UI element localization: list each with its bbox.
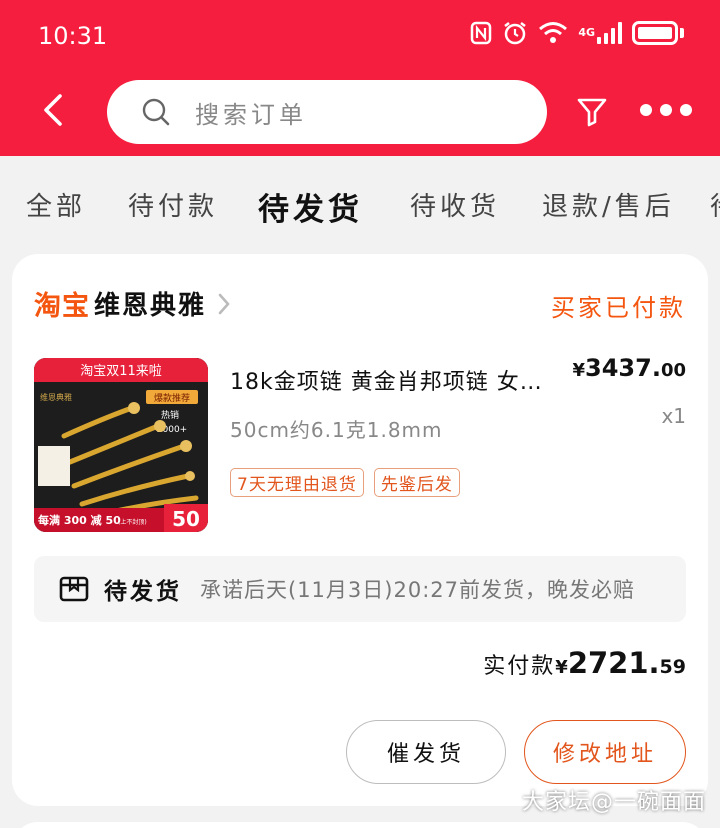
tab-refund-aftersale[interactable]: 退款/售后 [542,186,675,223]
modify-address-button[interactable]: 修改地址 [524,720,686,784]
tag-appraise-first: 先鉴后发 [373,468,460,497]
back-arrow-icon[interactable] [36,90,76,130]
product-spec: 50cm约6.1克1.8mm [230,418,443,442]
alarm-icon [504,22,527,45]
shipping-status: 待发货 [104,579,182,605]
battery-tip [680,28,684,38]
order-card: 淘宝 维恩典雅 买家已付款 淘宝双11来啦 维恩典雅 爆款推荐 热销 2000+ [12,254,708,806]
filter-icon[interactable] [575,94,609,128]
network-type: 4G [578,26,595,39]
order-status: 买家已付款 [551,294,686,322]
price-currency: ¥ [572,360,586,381]
image-brand-text: 维恩典雅 [40,392,72,402]
paid-amount: 实付款 ¥ 2721. 59 [483,646,686,680]
wifi-icon [539,22,568,43]
product-title[interactable]: 18k金项链 黄金肖邦项链 女… [230,364,580,396]
product-quantity: x1 [661,404,686,428]
shipping-promise: 承诺后天(11月3日)20:27前发货，晚发必赔 [200,578,635,602]
paid-cents: 59 [659,656,686,678]
image-promo-note: (上不封顶) [118,518,147,526]
search-input[interactable]: 搜索订单 [107,80,547,144]
image-promo-big: 50 [172,507,200,531]
more-icon[interactable] [640,104,692,118]
app-header: 10:31 4G 搜索订单 [0,0,720,156]
status-icons: 4G [470,20,684,46]
watermark: 大家坛@一碗面面 [521,790,706,815]
nfc-icon [471,21,492,45]
service-tags: 7天无理由退货 先鉴后发 [230,468,460,497]
product-image-art: 淘宝双11来啦 维恩典雅 爆款推荐 热销 2000+ 每满 300 减 50 (… [34,358,208,532]
chevron-right-icon [218,293,230,314]
order-tabs: 全部 待付款 待发货 待收货 退款/售后 待 [0,156,720,252]
search-placeholder: 搜索订单 [195,100,307,129]
image-hot-badge: 爆款推荐 [154,392,190,404]
signal-bars-icon [597,22,622,44]
product-price: ¥3437.00 [572,354,686,382]
urge-shipment-button[interactable]: 催发货 [346,720,506,784]
tab-partial[interactable]: 待 [710,186,720,223]
paid-currency: ¥ [555,657,568,678]
package-box-icon [59,576,89,602]
search-icon [142,98,170,126]
price-cents: 00 [660,360,686,381]
platform-logo: 淘宝 [34,291,90,322]
image-banner-text: 淘宝双11来啦 [80,364,162,379]
store-name: 维恩典雅 [94,291,207,321]
tab-all[interactable]: 全部 [26,186,86,223]
price-integer: 3437. [585,354,661,382]
tab-pending-payment[interactable]: 待付款 [128,186,218,223]
paid-label: 实付款 [483,654,556,679]
store-link[interactable]: 淘宝 维恩典雅 [34,284,232,323]
image-promo-text: 每满 300 减 50 [38,513,121,527]
tab-pending-receipt[interactable]: 待收货 [410,186,500,223]
tag-7day-return: 7天无理由退货 [230,468,364,497]
status-time: 10:31 [38,22,108,50]
battery-icon [632,21,678,45]
shipping-status-bar[interactable]: 待发货 承诺后天(11月3日)20:27前发货，晚发必赔 [34,556,686,622]
tab-pending-shipment[interactable]: 待发货 [258,184,363,229]
paid-integer: 2721. [567,646,660,680]
product-image[interactable]: 淘宝双11来啦 维恩典雅 爆款推荐 热销 2000+ 每满 300 减 50 (… [34,358,208,532]
cellular-signal: 4G [578,22,622,44]
next-order-card [12,822,708,828]
image-sales-label: 热销 [161,409,179,421]
